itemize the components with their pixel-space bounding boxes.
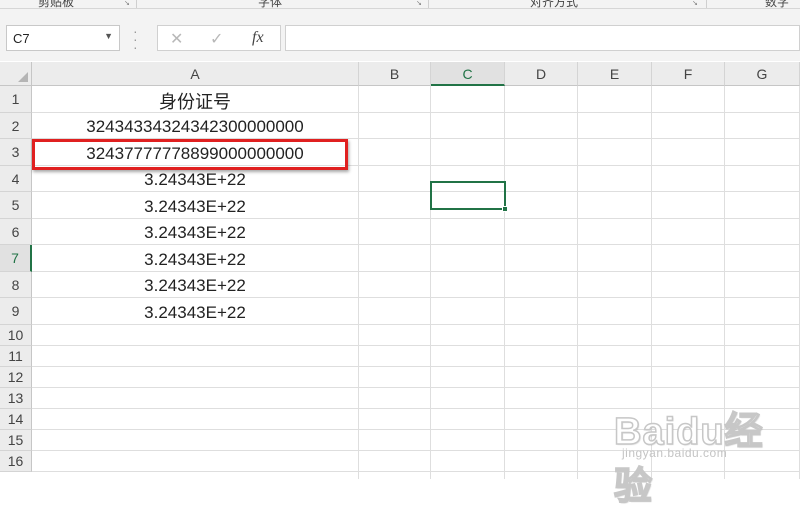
- ribbon-group-alignment: 对齐方式: [530, 0, 579, 9]
- formula-buttons: ✕ ✓ fx: [157, 25, 281, 51]
- row-header-11[interactable]: 11: [0, 346, 32, 367]
- active-cell-c7[interactable]: [430, 181, 506, 210]
- select-all-button[interactable]: [0, 62, 32, 86]
- cell-a2[interactable]: 32434334324342300000000: [32, 117, 358, 137]
- enter-icon[interactable]: ✓: [210, 29, 223, 49]
- annotation-highlight-box: [32, 139, 348, 170]
- cell-a4[interactable]: 3.24343E+22: [32, 170, 358, 190]
- select-all-triangle-icon: [18, 72, 28, 82]
- gridline: [430, 86, 431, 479]
- ribbon-separator: [136, 0, 137, 8]
- ribbon-group-labels: 剪贴板 ↘ 字体 ↘ 对齐方式 ↘ 数字: [0, 0, 800, 9]
- gridline: [504, 86, 505, 479]
- gridline: [32, 244, 800, 245]
- gridline: [32, 366, 800, 367]
- column-header-a[interactable]: A: [32, 62, 359, 86]
- chevron-down-icon[interactable]: ▼: [104, 31, 113, 41]
- cell-a1[interactable]: 身份证号: [32, 88, 358, 114]
- gridline: [32, 271, 800, 272]
- cell-a7[interactable]: 3.24343E+22: [32, 250, 358, 270]
- row-header-12[interactable]: 12: [0, 367, 32, 388]
- column-header-b[interactable]: B: [359, 62, 431, 86]
- clipboard-launcher-icon[interactable]: ↘: [124, 0, 130, 8]
- ribbon-group-number: 数字: [765, 0, 790, 9]
- gridline: [32, 297, 800, 298]
- alignment-launcher-icon[interactable]: ↘: [692, 0, 698, 8]
- formula-bar: C7 ▼ · · · ✕ ✓ fx: [0, 9, 800, 61]
- column-header-e[interactable]: E: [578, 62, 652, 86]
- row-header-9[interactable]: 9: [0, 298, 32, 325]
- row-header-1[interactable]: 1: [0, 86, 32, 113]
- row-header-16[interactable]: 16: [0, 451, 32, 472]
- name-box[interactable]: C7 ▼: [6, 25, 120, 51]
- fill-handle[interactable]: [502, 206, 508, 212]
- row-header-10[interactable]: 10: [0, 325, 32, 346]
- formula-input[interactable]: [285, 25, 800, 51]
- font-launcher-icon[interactable]: ↘: [416, 0, 422, 8]
- row-header-7[interactable]: 7: [0, 245, 32, 272]
- gridline: [32, 218, 800, 219]
- column-header-c[interactable]: C: [431, 62, 505, 86]
- name-box-value: C7: [13, 31, 30, 46]
- row-header-5[interactable]: 5: [0, 192, 32, 219]
- cell-a6[interactable]: 3.24343E+22: [32, 223, 358, 243]
- gridline: [577, 86, 578, 479]
- ribbon-group-font: 字体: [258, 0, 283, 9]
- watermark-url: jingyan.baidu.com: [622, 446, 728, 460]
- row-header-6[interactable]: 6: [0, 219, 32, 245]
- baidu-watermark-logo: Baidu经验 jingyan.baidu.com: [600, 392, 800, 509]
- row-header-13[interactable]: 13: [0, 388, 32, 409]
- insert-function-icon[interactable]: fx: [252, 29, 264, 47]
- cell-a9[interactable]: 3.24343E+22: [32, 303, 358, 323]
- gridline: [358, 86, 359, 479]
- row-header-4[interactable]: 4: [0, 166, 32, 192]
- gridline: [32, 387, 800, 388]
- cell-a5[interactable]: 3.24343E+22: [32, 197, 358, 217]
- column-header-d[interactable]: D: [505, 62, 578, 86]
- row-header-8[interactable]: 8: [0, 272, 32, 298]
- gridline: [32, 345, 800, 346]
- gridline: [32, 191, 800, 192]
- ribbon-separator: [706, 0, 707, 8]
- row-header-2[interactable]: 2: [0, 113, 32, 139]
- row-header-15[interactable]: 15: [0, 430, 32, 451]
- ribbon-group-clipboard: 剪贴板: [38, 0, 75, 9]
- cell-a8[interactable]: 3.24343E+22: [32, 276, 358, 296]
- gridline: [32, 324, 800, 325]
- drag-handle-icon[interactable]: · · ·: [133, 24, 138, 54]
- column-header-f[interactable]: F: [652, 62, 725, 86]
- row-header-14[interactable]: 14: [0, 409, 32, 430]
- ribbon-separator: [428, 0, 429, 8]
- row-header-3[interactable]: 3: [0, 139, 32, 166]
- column-header-g[interactable]: G: [725, 62, 800, 86]
- cancel-icon[interactable]: ✕: [170, 29, 183, 49]
